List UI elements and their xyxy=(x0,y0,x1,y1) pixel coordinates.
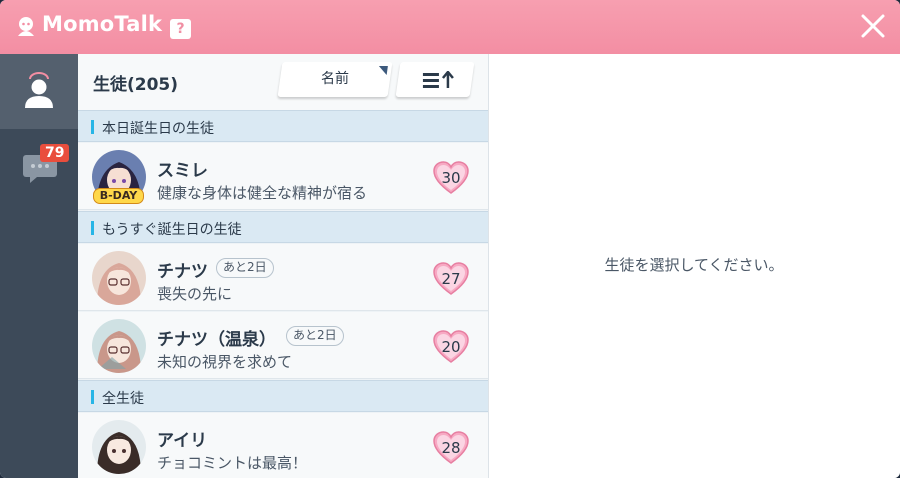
birthday-badge: B-DAY xyxy=(93,188,144,204)
student-status-message: 未知の視界を求めて xyxy=(157,353,293,371)
student-avatar xyxy=(92,319,146,373)
select-student-placeholder: 生徒を選択してください。 xyxy=(604,256,784,274)
title-bar: MomoTalk ? xyxy=(0,0,900,54)
unread-badge: 79 xyxy=(40,144,70,162)
section-label: 本日誕生日の生徒 xyxy=(102,121,214,137)
sort-order-button[interactable] xyxy=(395,62,475,97)
student-status-message: 喪失の先に xyxy=(157,285,233,303)
student-name: スミレ xyxy=(157,161,208,181)
affection-heart: 28 xyxy=(433,431,469,465)
detail-panel: 生徒を選択してください。 xyxy=(488,54,900,478)
affection-heart: 20 xyxy=(433,330,469,364)
app-title: MomoTalk xyxy=(42,12,163,36)
student-row-chinatsu[interactable]: チナツ あと2日 喪失の先に 27 xyxy=(78,244,488,311)
sort-by-label: 名前 xyxy=(321,71,349,87)
affection-level: 30 xyxy=(441,169,461,187)
dropdown-corner-icon xyxy=(377,66,388,75)
affection-level: 27 xyxy=(441,270,461,288)
days-until-birthday-tag: あと2日 xyxy=(216,258,274,278)
student-list-panel: 生徒(205) 名前 本日誕生日の生徒 B-DAY スミレ 健康な身体は健全な精… xyxy=(78,54,488,478)
student-name: チナツ xyxy=(157,262,208,282)
section-header-birthday-today: 本日誕生日の生徒 xyxy=(78,110,488,142)
affection-heart: 27 xyxy=(433,262,469,296)
student-avatar xyxy=(92,420,146,474)
list-header: 生徒(205) 名前 xyxy=(78,54,488,110)
affection-heart: 30 xyxy=(433,161,469,195)
section-accent-bar xyxy=(91,120,94,134)
student-status-message: 健康な身体は健全な精神が宿る xyxy=(157,184,368,202)
section-header-birthday-soon: もうすぐ誕生日の生徒 xyxy=(78,211,488,243)
close-icon[interactable] xyxy=(860,13,886,39)
section-accent-bar xyxy=(91,390,94,404)
section-label: 全生徒 xyxy=(102,391,144,407)
sidebar: 79 xyxy=(0,54,78,478)
sidebar-item-chats[interactable]: 79 xyxy=(0,129,78,204)
student-row-airi[interactable]: アイリ チョコミントは最高！ 28 xyxy=(78,413,488,478)
student-status-message: チョコミントは最高！ xyxy=(157,454,308,472)
student-row-sumire[interactable]: B-DAY スミレ 健康な身体は健全な精神が宿る 30 xyxy=(78,143,488,210)
sort-order-icon xyxy=(422,71,454,88)
sort-by-button[interactable]: 名前 xyxy=(277,62,393,97)
momotalk-window: MomoTalk ? 79 生徒(205) 名前 本日誕生日の生徒 B-DAY … xyxy=(0,0,900,478)
help-button[interactable]: ? xyxy=(170,19,191,39)
student-avatar xyxy=(92,251,146,305)
momotalk-logo-icon xyxy=(18,17,34,36)
student-name: チナツ（温泉） xyxy=(157,330,276,350)
section-header-all-students: 全生徒 xyxy=(78,380,488,412)
section-label: もうすぐ誕生日の生徒 xyxy=(102,222,242,238)
student-name: アイリ xyxy=(157,431,208,451)
student-row-chinatsu-hot-spring[interactable]: チナツ（温泉） あと2日 未知の視界を求めて 20 xyxy=(78,312,488,379)
section-accent-bar xyxy=(91,221,94,235)
sidebar-item-students[interactable] xyxy=(0,54,78,129)
days-until-birthday-tag: あと2日 xyxy=(286,326,344,346)
affection-level: 28 xyxy=(441,439,461,457)
student-count-title: 生徒(205) xyxy=(93,75,179,95)
affection-level: 20 xyxy=(441,338,461,356)
person-icon xyxy=(25,72,53,108)
